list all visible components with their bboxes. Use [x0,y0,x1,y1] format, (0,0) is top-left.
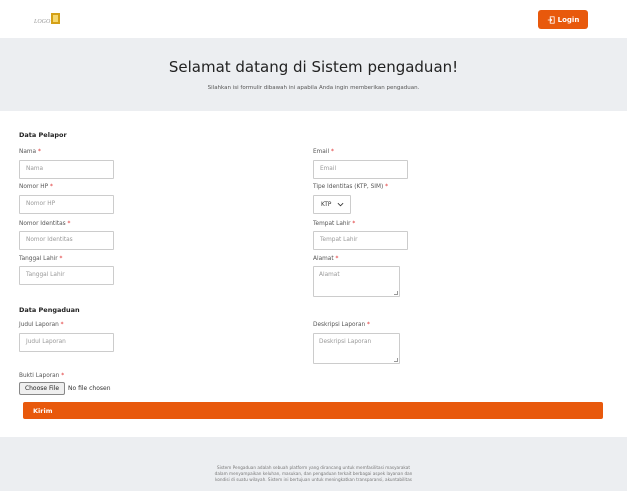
email-input[interactable]: Email [313,160,408,179]
kirim-button[interactable]: Kirim [23,402,603,419]
tempat-lahir-label: Tempat Lahir * [313,221,356,227]
alamat-textarea[interactable]: Alamat [313,266,400,297]
nomor-hp-input[interactable]: Nomor HP [19,195,114,214]
judul-laporan-label: Judul Laporan * [19,322,64,328]
nomor-identitas-input[interactable]: Nomor Identitas [19,231,114,250]
tipe-identitas-select[interactable]: KTP [313,195,351,214]
deskripsi-laporan-placeholder: Deskripsi Laporan [319,339,372,345]
section-title-pelapor: Data Pelapor [19,131,67,139]
choose-file-button[interactable]: Choose File [19,382,65,395]
login-button[interactable]: Login [538,10,588,29]
footer: Sistem Pengaduan adalah sebuah platform … [0,437,627,491]
logo-icon[interactable]: LOGO [34,9,62,27]
resize-handle-icon[interactable] [394,291,398,295]
svg-text:LOGO: LOGO [34,19,51,25]
email-label: Email * [313,149,334,155]
bukti-laporan-label: Bukti Laporan * [19,373,65,379]
nama-input[interactable]: Nama [19,160,114,179]
nama-label: Nama * [19,149,41,155]
chevron-down-icon [337,202,344,207]
file-status-text: No file chosen [68,385,111,392]
required-mark: * [37,149,41,155]
page-title: Selamat datang di Sistem pengaduan! [168,58,459,76]
tanggal-lahir-label: Tanggal Lahir * [19,256,63,262]
judul-laporan-input[interactable]: Judul Laporan [19,333,114,352]
alamat-placeholder: Alamat [319,272,340,278]
deskripsi-laporan-label: Deskripsi Laporan * [313,322,370,328]
page-subtitle: Silahkan isi formulir dibawah ini apabil… [207,85,420,91]
tipe-identitas-label: Tipe Identitas (KTP, SIM) * [313,184,389,190]
login-label: Login [557,15,580,24]
deskripsi-laporan-textarea[interactable]: Deskripsi Laporan [313,333,400,364]
login-icon [547,15,555,24]
nomor-hp-label: Nomor HP * [19,184,53,190]
section-title-pengaduan: Data Pengaduan [19,306,80,314]
hero-banner: Selamat datang di Sistem pengaduan! Sila… [0,38,627,111]
tanggal-lahir-input[interactable]: Tanggal Lahir [19,266,114,285]
tipe-identitas-value: KTP [321,201,332,208]
nomor-identitas-label: Nomor Identitas * [19,221,71,227]
resize-handle-icon[interactable] [394,358,398,362]
navbar: LOGO Login [0,0,627,38]
tempat-lahir-input[interactable]: Tempat Lahir [313,231,408,250]
footer-description: Sistem Pengaduan adalah sebuah platform … [214,465,413,482]
alamat-label: Alamat * [313,256,339,262]
